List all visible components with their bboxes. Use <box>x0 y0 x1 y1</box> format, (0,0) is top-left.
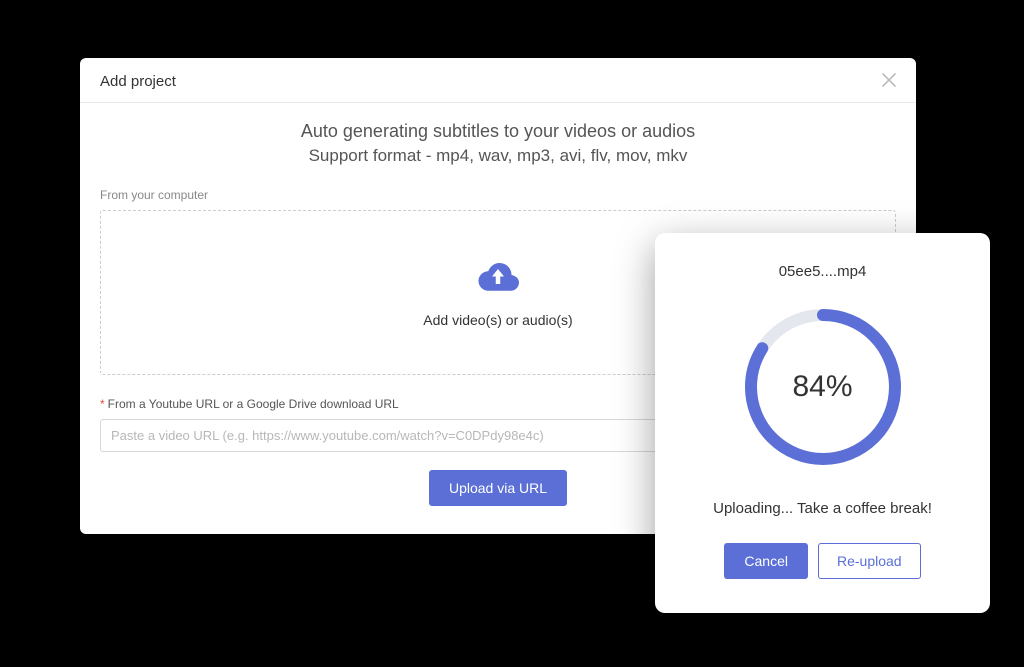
progress-ring: 84% <box>738 302 908 472</box>
progress-buttons: Cancel Re-upload <box>724 543 920 579</box>
dropzone-text: Add video(s) or audio(s) <box>423 312 572 328</box>
progress-percent-label: 84% <box>738 302 908 472</box>
from-computer-label: From your computer <box>100 188 896 202</box>
cancel-button[interactable]: Cancel <box>724 543 808 579</box>
modal-title: Add project <box>100 73 176 90</box>
cloud-upload-icon <box>474 257 522 312</box>
upload-filename: 05ee5....mp4 <box>779 263 867 280</box>
upload-status-text: Uploading... Take a coffee break! <box>713 500 932 517</box>
modal-header: Add project <box>80 58 916 103</box>
close-icon[interactable] <box>882 72 896 90</box>
subhead: Support format - mp4, wav, mp3, avi, flv… <box>100 146 896 166</box>
upload-via-url-button[interactable]: Upload via URL <box>429 470 567 506</box>
required-asterisk: * <box>100 397 105 411</box>
upload-progress-card: 05ee5....mp4 84% Uploading... Take a cof… <box>655 233 990 613</box>
headline: Auto generating subtitles to your videos… <box>100 121 896 142</box>
reupload-button[interactable]: Re-upload <box>818 543 921 579</box>
url-label-text: From a Youtube URL or a Google Drive dow… <box>108 397 399 411</box>
